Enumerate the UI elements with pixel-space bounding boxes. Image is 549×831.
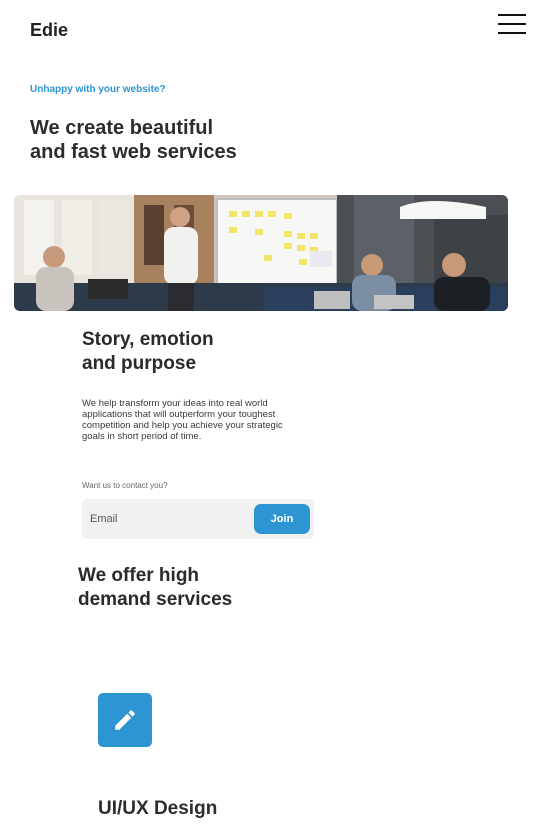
services-title-line: demand services [78, 589, 233, 610]
story-title: Story, emotion and purpose [82, 328, 382, 376]
services-title-line: We offer high [78, 565, 200, 586]
join-button[interactable]: Join [254, 504, 310, 534]
hero-title-line: and fast web services [30, 141, 237, 163]
hamburger-menu-icon[interactable] [496, 12, 526, 36]
page: Edie Unhappy with your website? We creat… [0, 0, 549, 831]
story-title-line: Story, emotion [82, 329, 214, 350]
pencil-icon-glyph [115, 710, 135, 730]
hero-title: We create beautiful and fast web service… [30, 116, 330, 164]
hero-eyebrow: Unhappy with your website? [30, 84, 166, 95]
site-logo[interactable]: Edie [30, 20, 68, 41]
story-title-line: and purpose [82, 353, 197, 374]
hero-title-line: We create beautiful [30, 117, 214, 139]
menu-bar [498, 14, 526, 16]
service-title-uiux: UI/UX Design [98, 798, 218, 819]
pencil-icon [98, 693, 152, 747]
email-signup-form: Join [82, 499, 314, 539]
hero-team-photo [14, 195, 508, 311]
email-input[interactable] [82, 499, 250, 539]
team-meeting-illustration [14, 195, 508, 311]
services-title: We offer high demand services [78, 564, 378, 612]
story-description: We help transform your ideas into real w… [82, 398, 283, 442]
contact-label: Want us to contact you? [82, 481, 168, 490]
menu-bar [498, 23, 526, 25]
menu-bar [498, 32, 526, 34]
